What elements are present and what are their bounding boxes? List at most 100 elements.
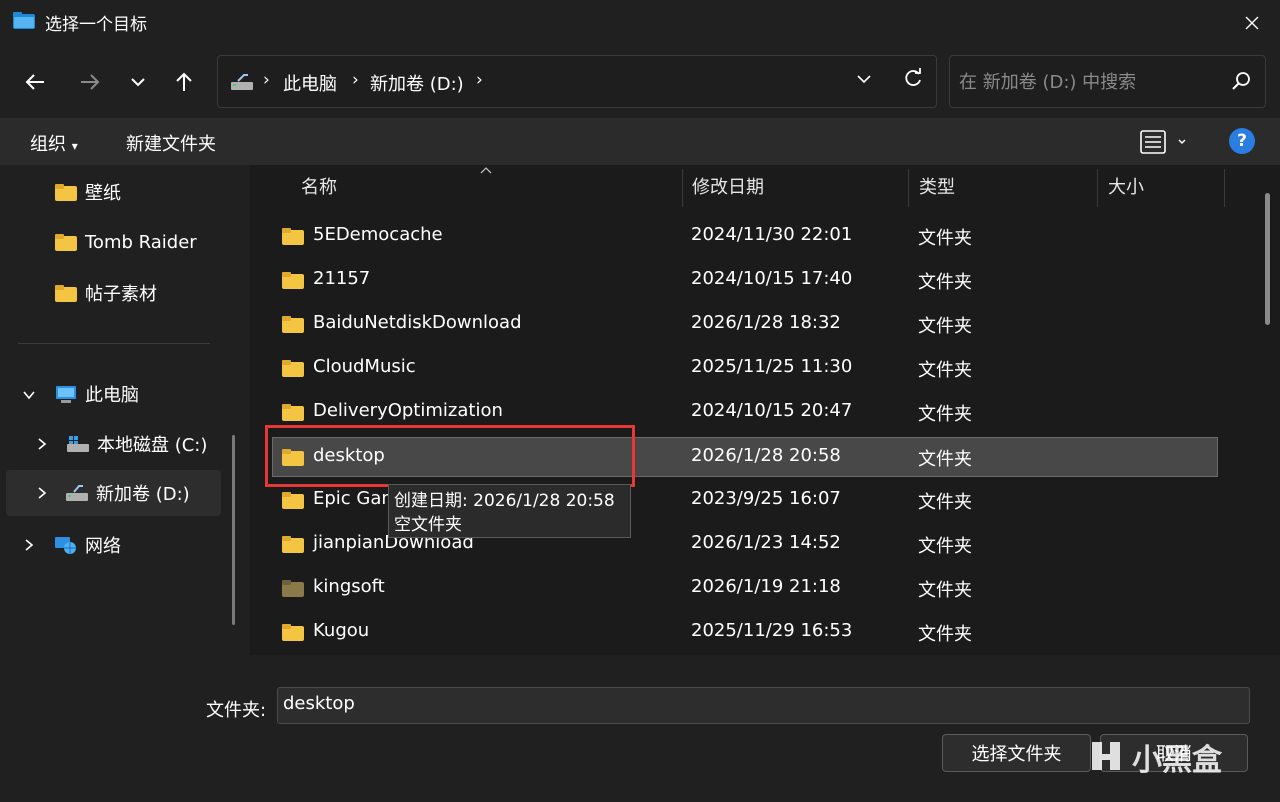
file-date: 2025/11/29 16:53: [691, 620, 853, 641]
chevron-down-icon: [131, 78, 145, 87]
folder-icon: [282, 624, 304, 641]
close-icon: [1245, 16, 1259, 30]
file-type: 文件夹: [918, 228, 972, 249]
file-row[interactable]: 5EDemocache 2024/11/30 22:01 文件夹: [272, 216, 1218, 256]
nav-item-label: 本地磁盘 (C:): [97, 435, 208, 456]
recent-locations-button[interactable]: [120, 64, 156, 100]
folder-icon: [282, 360, 304, 377]
nav-item-drive-c[interactable]: 本地磁盘 (C:): [67, 421, 207, 467]
file-row[interactable]: kingsoft 2026/1/19 21:18 文件夹: [272, 568, 1218, 608]
nav-item-drive-d[interactable]: 新加卷 (D:): [6, 470, 221, 516]
file-date: 2026/1/28 20:58: [691, 445, 841, 466]
column-divider[interactable]: [1224, 169, 1225, 207]
column-header-type[interactable]: 类型: [919, 165, 955, 207]
folder-icon: [282, 536, 304, 553]
file-date: 2026/1/19 21:18: [691, 576, 841, 597]
file-type: 文件夹: [918, 580, 972, 601]
command-bar: 组织 ▾ 新建文件夹 ?: [0, 118, 1280, 165]
file-type: 文件夹: [918, 272, 972, 293]
nav-item-label: 帖子素材: [85, 284, 157, 305]
view-options-button[interactable]: [1139, 128, 1191, 156]
column-divider[interactable]: [908, 169, 909, 207]
file-type: 文件夹: [918, 404, 972, 425]
chevron-down-icon[interactable]: [22, 388, 36, 402]
breadcrumb-separator: ›: [476, 70, 483, 90]
up-button[interactable]: [166, 64, 202, 100]
tooltip-folder-status: 空文件夹: [394, 515, 462, 535]
file-name: 5EDemocache: [313, 224, 443, 245]
nav-item-label: 此电脑: [85, 385, 139, 406]
file-row[interactable]: CloudMusic 2025/11/25 11:30 文件夹: [272, 348, 1218, 388]
column-header-size[interactable]: 大小: [1108, 165, 1144, 207]
highlight-annotation: [265, 425, 635, 487]
file-row[interactable]: Kugou 2025/11/29 16:53 文件夹: [272, 612, 1218, 652]
refresh-icon[interactable]: [902, 68, 924, 90]
nav-divider: [18, 343, 210, 344]
nav-item-this-pc[interactable]: 此电脑: [55, 371, 139, 417]
search-input[interactable]: [959, 68, 1219, 96]
file-name: CloudMusic: [313, 356, 416, 377]
nav-item-label: 壁纸: [85, 183, 121, 204]
column-divider[interactable]: [1097, 169, 1098, 207]
forward-button[interactable]: [72, 64, 108, 100]
file-name: BaiduNetdiskDownload: [313, 312, 522, 333]
file-name: kingsoft: [313, 576, 385, 597]
drive-icon: [66, 484, 88, 501]
nav-item-network[interactable]: 网络: [55, 522, 121, 568]
nav-item-label: Tomb Raider: [85, 231, 197, 253]
breadcrumb-separator: ›: [352, 70, 359, 90]
nav-item-label: 网络: [85, 536, 121, 557]
column-header-name[interactable]: 名称: [301, 165, 337, 207]
breadcrumb-drive-d[interactable]: 新加卷 (D:): [370, 70, 464, 96]
network-icon: [55, 536, 76, 554]
file-type: 文件夹: [918, 449, 972, 470]
list-view-icon: [1140, 130, 1186, 154]
nav-item-tomb-raider[interactable]: Tomb Raider: [55, 219, 197, 265]
arrow-up-icon: [176, 72, 192, 91]
folder-name-input[interactable]: desktop: [277, 687, 1250, 724]
column-header-date[interactable]: 修改日期: [692, 165, 764, 207]
nav-scrollbar[interactable]: [232, 435, 235, 625]
file-date: 2024/10/15 17:40: [691, 268, 853, 289]
folder-icon: [13, 12, 35, 29]
folder-icon: [282, 580, 304, 597]
folder-icon: [282, 228, 304, 245]
folder-name-value: desktop: [283, 693, 355, 714]
organize-menu[interactable]: 组织 ▾: [30, 130, 78, 156]
back-button[interactable]: [17, 64, 53, 100]
navigation-pane: 壁纸 Tomb Raider 帖子素材 此电脑 本地磁盘 (C:) 新加卷 (D…: [0, 165, 250, 655]
folder-field-label: 文件夹:: [206, 700, 267, 721]
close-button[interactable]: [1234, 6, 1270, 40]
search-box[interactable]: [949, 55, 1266, 108]
chevron-down-icon[interactable]: [856, 71, 872, 87]
new-folder-button[interactable]: 新建文件夹: [126, 130, 216, 156]
file-date: 2025/11/25 11:30: [691, 356, 853, 377]
column-divider[interactable]: [682, 169, 683, 207]
folder-icon: [282, 272, 304, 289]
file-row[interactable]: 21157 2024/10/15 17:40 文件夹: [272, 260, 1218, 300]
search-icon: [1232, 72, 1250, 90]
help-button[interactable]: ?: [1229, 128, 1255, 154]
folder-icon: [55, 183, 77, 201]
address-bar[interactable]: › 此电脑 › 新加卷 (D:) ›: [217, 55, 937, 108]
chevron-right-icon[interactable]: [35, 437, 49, 451]
chevron-right-icon[interactable]: [22, 538, 36, 552]
watermark-text: 小黑盒: [1132, 743, 1222, 778]
tooltip-created-date: 创建日期: 2026/1/28 20:58: [394, 491, 615, 511]
drive-icon: [231, 74, 253, 90]
file-date: 2026/1/28 18:32: [691, 312, 841, 333]
file-date: 2026/1/23 14:52: [691, 532, 841, 553]
chevron-right-icon: [38, 487, 47, 499]
file-date: 2024/10/15 20:47: [691, 400, 853, 421]
file-row[interactable]: BaiduNetdiskDownload 2026/1/28 18:32 文件夹: [272, 304, 1218, 344]
nav-item-post-assets[interactable]: 帖子素材: [55, 270, 157, 316]
file-type: 文件夹: [918, 360, 972, 381]
window-title: 选择一个目标: [45, 15, 147, 35]
file-date: 2023/9/25 16:07: [691, 488, 841, 509]
windows-drive-icon: [67, 435, 89, 452]
nav-item-wallpaper[interactable]: 壁纸: [55, 169, 121, 215]
breadcrumb-this-pc[interactable]: 此电脑: [283, 70, 337, 96]
file-list-scrollbar[interactable]: [1265, 193, 1270, 325]
select-folder-button[interactable]: 选择文件夹: [942, 734, 1091, 772]
file-dialog-window: 选择一个目标 › 此电脑 › 新加卷 (D:) › 在 新加卷 (D:) 中搜索…: [0, 0, 1280, 802]
